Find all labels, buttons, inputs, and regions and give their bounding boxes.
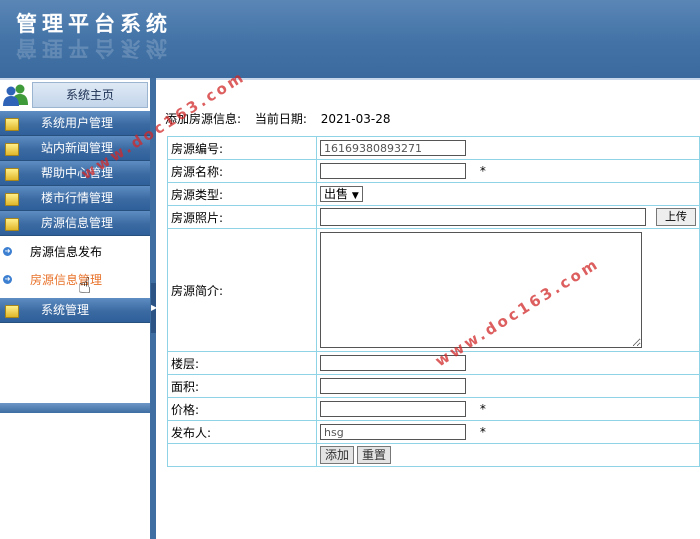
folder-icon <box>5 168 19 181</box>
menu-label: 系统用户管理 <box>41 116 114 130</box>
form-row-type: 房源类型: 出售 ▼ <box>167 182 700 206</box>
form-row-intro: 房源简介: <box>167 228 700 352</box>
menu-market-trends[interactable]: 楼市行情管理 <box>0 186 150 211</box>
area-label: 面积: <box>167 374 317 398</box>
upload-button[interactable]: 上传 <box>656 208 696 226</box>
form-row-actions: 添加 重置 <box>167 443 700 467</box>
publisher-label: 发布人: <box>167 420 317 444</box>
photo-path-input[interactable] <box>320 208 646 226</box>
menu-listing-management[interactable]: 房源信息管理 <box>0 211 150 236</box>
publisher-input[interactable] <box>320 424 466 440</box>
listing-form: 房源编号: 房源名称: * 房源类型: 出售 ▼ 房源照片: 上传 房源简介 <box>167 136 700 467</box>
hand-cursor-icon: ☝ <box>78 274 92 299</box>
menu-system-management[interactable]: 系统管理 <box>0 298 150 323</box>
type-select-value: 出售 <box>324 187 349 201</box>
required-mark: * <box>479 424 486 439</box>
area-input[interactable] <box>320 378 466 394</box>
reset-button[interactable]: 重置 <box>357 446 392 464</box>
form-row-price: 价格: * <box>167 397 700 421</box>
folder-icon <box>5 118 19 131</box>
form-row-area: 面积: <box>167 374 700 398</box>
submenu-listing-publish[interactable]: ➜ 房源信息发布 <box>0 240 150 264</box>
folder-icon <box>5 218 19 231</box>
submenu-label: 房源信息发布 <box>30 245 103 259</box>
add-button[interactable]: 添加 <box>320 446 355 464</box>
menu-system-users[interactable]: 系统用户管理 <box>0 111 150 136</box>
folder-icon <box>5 193 19 206</box>
menu-label: 系统管理 <box>41 303 90 317</box>
caret-down-icon: ▼ <box>351 191 359 201</box>
main-content: 添加房源信息: 当前日期: 2021-03-28 房源编号: 房源名称: * 房… <box>156 80 700 539</box>
id-input[interactable] <box>320 140 466 156</box>
name-label: 房源名称: <box>167 159 317 183</box>
floor-label: 楼层: <box>167 351 317 375</box>
menu-help-center[interactable]: 帮助中心管理 <box>0 161 150 186</box>
required-mark: * <box>479 163 486 178</box>
form-row-photo: 房源照片: 上传 <box>167 205 700 229</box>
users-icon <box>3 84 28 106</box>
intro-label: 房源简介: <box>167 228 317 352</box>
type-label: 房源类型: <box>167 182 317 206</box>
folder-icon <box>5 143 19 156</box>
app-title-reflection: 管理平台系统 <box>16 36 172 60</box>
form-row-publisher: 发布人: * <box>167 420 700 444</box>
name-input[interactable] <box>320 163 466 179</box>
menu-label: 房源信息管理 <box>41 216 114 230</box>
arrow-right-icon: ➜ <box>3 275 12 284</box>
date-label: 当前日期: <box>254 112 307 126</box>
folder-icon <box>5 305 19 318</box>
price-label: 价格: <box>167 397 317 421</box>
type-select[interactable]: 出售 ▼ <box>320 186 363 202</box>
form-row-id: 房源编号: <box>167 136 700 160</box>
sidebar-home: 系统主页 <box>0 80 150 110</box>
home-button[interactable]: 系统主页 <box>32 82 148 108</box>
form-row-name: 房源名称: * <box>167 159 700 183</box>
sidebar-footer <box>0 403 150 413</box>
arrow-right-icon: ➜ <box>3 247 12 256</box>
date-value: 2021-03-28 <box>320 112 391 126</box>
id-label: 房源编号: <box>167 136 317 160</box>
photo-label: 房源照片: <box>167 205 317 229</box>
submenu-listing-manage[interactable]: ➜ 房源信息管理 <box>0 268 150 292</box>
app-header: 管理平台系统 管理平台系统 <box>0 0 700 78</box>
menu-label: 楼市行情管理 <box>41 191 114 205</box>
required-mark: * <box>479 401 486 416</box>
price-input[interactable] <box>320 401 466 417</box>
